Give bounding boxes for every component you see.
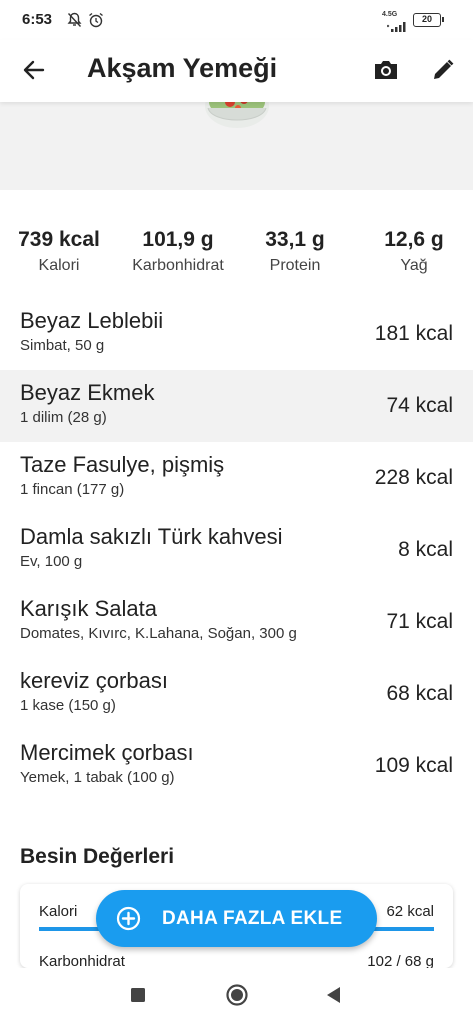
food-name: Mercimek çorbası xyxy=(20,740,194,765)
summary-protein: 33,1 g Protein xyxy=(250,228,340,275)
food-calories: 74 kcal xyxy=(386,394,453,417)
food-calories: 181 kcal xyxy=(374,322,453,345)
food-list: Beyaz Leblebii Simbat, 50 g 181 kcal Bey… xyxy=(0,298,473,802)
signal-icon xyxy=(386,19,407,37)
food-description: 1 dilim (28 g) xyxy=(20,409,107,426)
camera-button[interactable] xyxy=(366,52,406,92)
food-name: Karışık Salata xyxy=(20,596,157,621)
alarm-icon xyxy=(88,12,104,33)
app-bar: Akşam Yemeği xyxy=(0,40,473,102)
food-description: Yemek, 1 tabak (100 g) xyxy=(20,769,175,786)
food-item[interactable]: Mercimek çorbası Yemek, 1 tabak (100 g) … xyxy=(0,730,473,802)
food-name: kereviz çorbası xyxy=(20,668,168,693)
triangle-back-icon xyxy=(325,986,341,1009)
food-item[interactable]: Karışık Salata Domates, Kıvırc, K.Lahana… xyxy=(0,586,473,658)
food-name: Damla sakızlı Türk kahvesi xyxy=(20,524,283,549)
plus-circle-icon xyxy=(116,906,141,931)
food-name: Beyaz Leblebii xyxy=(20,308,164,333)
network-type: 4.5G xyxy=(382,11,398,18)
food-description: Simbat, 50 g xyxy=(20,337,105,354)
home-circle-icon xyxy=(225,983,249,1012)
summary-carbs: 101,9 g Karbonhidrat xyxy=(118,228,238,275)
food-item[interactable]: Taze Fasulye, pişmiş 1 fincan (177 g) 22… xyxy=(0,442,473,514)
arrow-back-icon xyxy=(23,60,45,85)
food-description: 1 kase (150 g) xyxy=(20,697,116,714)
summary-calories: 739 kcal Kalori xyxy=(8,228,110,275)
food-item[interactable]: Beyaz Leblebii Simbat, 50 g 181 kcal xyxy=(0,298,473,370)
food-description: 1 fincan (177 g) xyxy=(20,481,125,498)
summary-label: Karbonhidrat xyxy=(132,257,224,274)
food-name: Taze Fasulye, pişmiş xyxy=(20,452,225,477)
summary-value: 12,6 g xyxy=(384,228,444,251)
status-time: 6:53 xyxy=(22,11,53,28)
battery-indicator: 20 xyxy=(413,13,444,27)
food-name: Beyaz Ekmek xyxy=(20,380,155,405)
food-calories: 8 kcal xyxy=(398,538,453,561)
add-more-button[interactable]: DAHA FAZLA EKLE xyxy=(96,890,377,947)
nutrition-section-title: Besin Değerleri xyxy=(20,845,175,868)
back-button[interactable] xyxy=(14,52,54,92)
system-nav-bar xyxy=(0,968,473,1024)
page-title: Akşam Yemeği xyxy=(87,53,278,83)
summary-label: Kalori xyxy=(38,257,80,274)
food-calories: 68 kcal xyxy=(386,682,453,705)
nutrient-value: 62 kcal xyxy=(386,903,434,920)
recents-button[interactable] xyxy=(125,984,151,1010)
salad-bowl-image xyxy=(202,102,272,134)
edit-button[interactable] xyxy=(423,52,463,92)
status-bar: 6:53 4.5G 20 xyxy=(0,0,473,40)
food-item[interactable]: Damla sakızlı Türk kahvesi Ev, 100 g 8 k… xyxy=(0,514,473,586)
meal-photo-area[interactable] xyxy=(0,102,473,190)
summary-fat: 12,6 g Yağ xyxy=(366,228,462,275)
summary-label: Yağ xyxy=(400,257,428,274)
summary-value: 101,9 g xyxy=(142,228,214,251)
notifications-off-icon xyxy=(67,12,82,33)
food-calories: 71 kcal xyxy=(386,610,453,633)
food-calories: 109 kcal xyxy=(374,754,453,777)
nutrient-label: Kalori xyxy=(39,903,78,920)
add-more-label: DAHA FAZLA EKLE xyxy=(162,908,343,929)
summary-value: 739 kcal xyxy=(18,228,100,251)
food-item[interactable]: Beyaz Ekmek 1 dilim (28 g) 74 kcal xyxy=(0,370,473,442)
nutrition-summary: 739 kcal Kalori 101,9 g Karbonhidrat 33,… xyxy=(0,228,473,288)
food-description: Ev, 100 g xyxy=(20,553,83,570)
food-calories: 228 kcal xyxy=(374,466,453,489)
nutrient-label: Karbonhidrat xyxy=(39,953,125,968)
home-button[interactable] xyxy=(224,983,250,1012)
back-nav-button[interactable] xyxy=(320,984,346,1010)
food-description: Domates, Kıvırc, K.Lahana, Soğan, 300 g xyxy=(20,625,297,642)
square-icon xyxy=(131,987,145,1007)
summary-label: Protein xyxy=(269,257,321,274)
summary-value: 33,1 g xyxy=(265,228,325,251)
pencil-icon xyxy=(432,59,454,86)
food-item[interactable]: kereviz çorbası 1 kase (150 g) 68 kcal xyxy=(0,658,473,730)
camera-icon xyxy=(373,59,399,86)
nutrient-value: 102 / 68 g xyxy=(367,953,434,968)
